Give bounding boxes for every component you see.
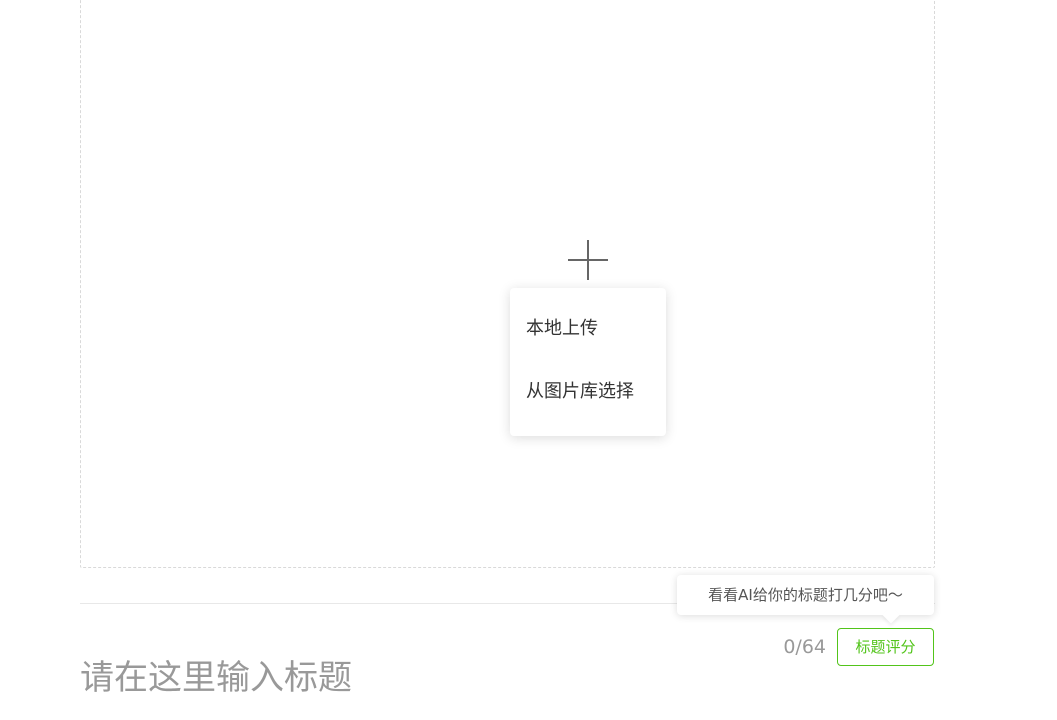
menu-item-image-library[interactable]: 从图片库选择 (510, 361, 666, 423)
tooltip-arrow (882, 606, 900, 624)
image-upload-dropzone[interactable]: 本地上传 从图片库选择 (80, 0, 935, 568)
upload-menu: 本地上传 从图片库选择 (510, 288, 666, 436)
menu-item-local-upload[interactable]: 本地上传 (510, 299, 666, 361)
ai-score-tooltip: 看看AI给你的标题打几分吧～ (677, 575, 934, 624)
title-score-button[interactable]: 标题评分 (837, 628, 934, 666)
tooltip-text: 看看AI给你的标题打几分吧～ (708, 586, 903, 604)
plus-icon[interactable] (568, 240, 608, 280)
title-char-counter: 0/64 (783, 636, 826, 658)
title-input[interactable] (80, 650, 750, 706)
editor-page: 本地上传 从图片库选择 看看AI给你的标题打几分吧～ 0/64 标题评分 (0, 0, 1057, 720)
